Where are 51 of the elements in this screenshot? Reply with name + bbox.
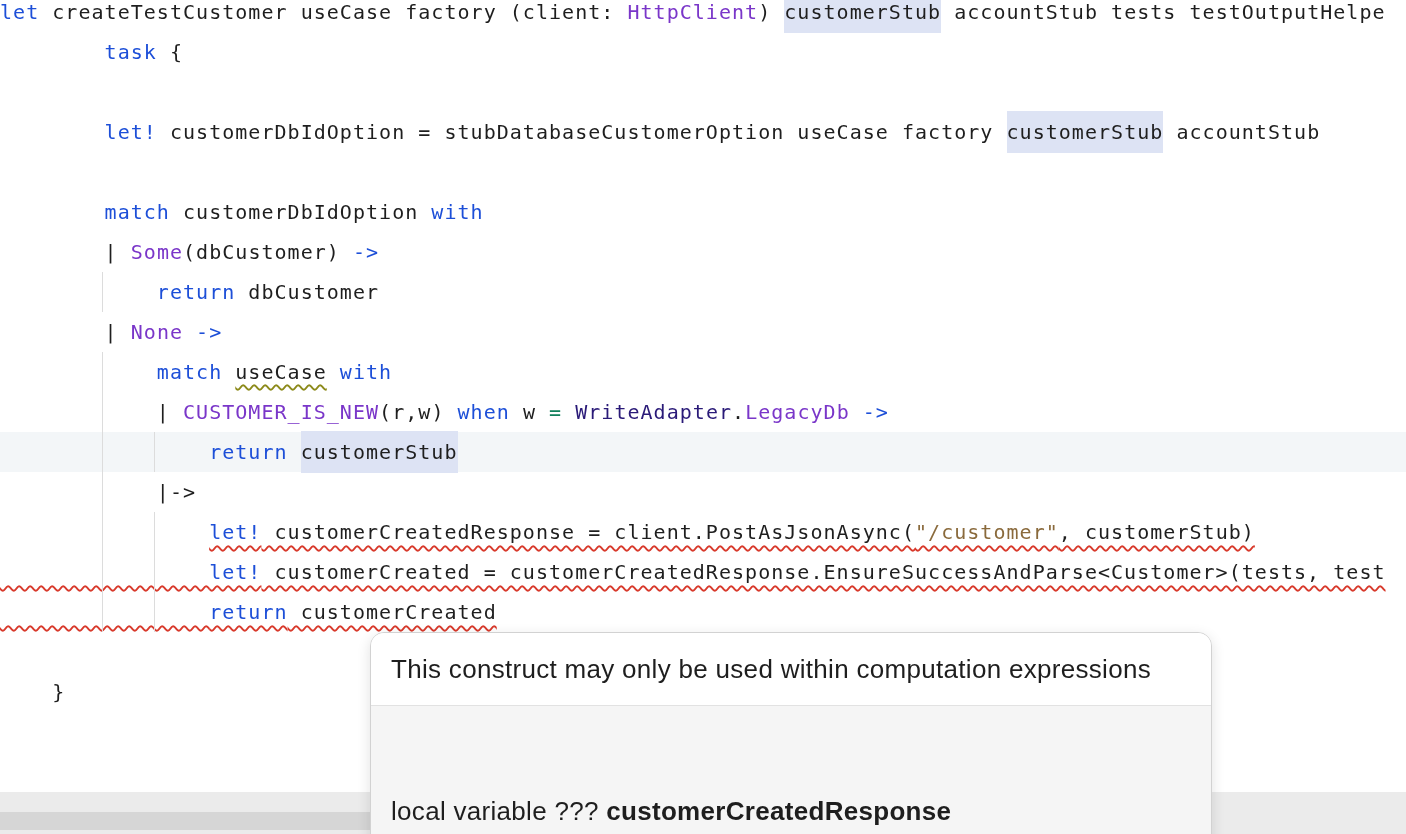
module-name: WriteAdapter <box>574 399 733 426</box>
code-text: , customerStub) <box>1058 520 1255 544</box>
code-text: createTestCustomer useCase factory (client: <box>51 0 616 26</box>
keyword: when <box>457 399 510 426</box>
symbol-info: local variable ??? customerCreatedResponse <box>391 796 952 826</box>
highlighted-identifier: customerStub <box>300 431 458 473</box>
type-name: Some <box>130 239 184 266</box>
type-name: LegacyDb <box>745 399 850 426</box>
code-text: | <box>156 399 171 426</box>
code-text: customerDbIdOption = stubDatabaseCustomerOption useCase factory <box>168 119 995 146</box>
type-name: CUSTOMER_IS_NEW <box>183 399 380 426</box>
code-text: customerDbIdOption <box>182 199 420 226</box>
keyword: -> <box>195 319 223 346</box>
keyword: return <box>209 439 289 466</box>
code-text: customerCreated = customerCreatedResponse.EnsureSuccessAndParse<Customer>(tests, test <box>273 560 1386 584</box>
keyword: let! <box>209 520 262 544</box>
code-text: { <box>168 39 184 66</box>
code-text: ) <box>758 0 773 26</box>
code-text: |-> <box>156 479 197 506</box>
code-text: . <box>732 399 746 426</box>
keyword: match <box>104 199 170 226</box>
code-text: (r,w) <box>379 399 446 426</box>
code-text: customerCreated <box>299 600 497 624</box>
keyword: -> <box>861 399 889 426</box>
code-text: dbCustomer <box>247 279 380 306</box>
code-text: } <box>52 679 66 706</box>
keyword: return <box>209 600 288 624</box>
keyword: task <box>104 39 157 66</box>
string-literal: "/customer" <box>915 520 1059 544</box>
code-text: | <box>104 239 119 266</box>
keyword: let! <box>104 119 157 146</box>
highlighted-identifier: customerStub <box>1006 111 1164 153</box>
type-name: HttpClient <box>627 0 759 26</box>
error-message: This construct may only be used within computation expressions <box>391 652 1151 686</box>
keyword: -> <box>352 239 380 266</box>
keyword: return <box>156 279 236 306</box>
code-text: customerCreatedResponse = client.PostAsJsonAsync( <box>273 520 915 544</box>
code-text: accountStub <box>1175 119 1321 146</box>
highlighted-identifier: customerStub <box>784 0 942 33</box>
warning-identifier: useCase <box>235 359 327 386</box>
code-text: accountStub tests testOutputHelpe <box>953 0 1386 26</box>
keyword: let <box>0 0 40 26</box>
keyword: match <box>156 359 224 386</box>
code-text: w <box>521 399 537 426</box>
type-name: None <box>130 319 184 346</box>
keyword: with <box>431 199 484 226</box>
keyword: with <box>338 359 393 386</box>
keyword: let! <box>209 560 262 584</box>
code-text: (dbCustomer) <box>183 239 341 266</box>
operator: = <box>549 399 563 426</box>
code-text: | <box>104 319 119 346</box>
